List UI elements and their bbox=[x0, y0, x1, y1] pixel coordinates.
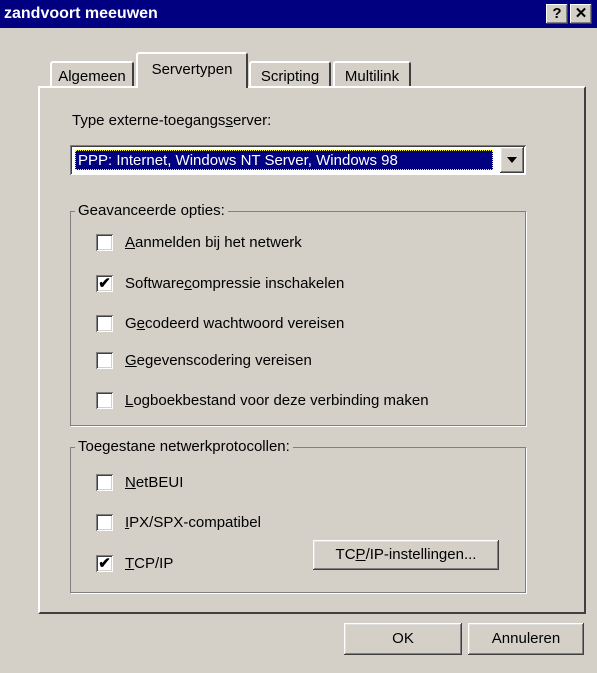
tab-multilink[interactable]: Multilink bbox=[333, 61, 411, 87]
ok-button[interactable]: OK bbox=[344, 623, 462, 655]
tab-scripting[interactable]: Scripting bbox=[249, 61, 331, 87]
checkbox-logboekbestand[interactable] bbox=[96, 392, 113, 409]
server-type-dropdown[interactable]: PPP: Internet, Windows NT Server, Window… bbox=[70, 145, 526, 175]
protocols-title: Toegestane netwerkprotocollen: bbox=[75, 438, 293, 455]
tab-label: Algemeen bbox=[58, 68, 126, 85]
tcpip-settings-button[interactable]: TCP/IP-instellingen... bbox=[313, 540, 499, 570]
checkbox-ipx-spx[interactable] bbox=[96, 514, 113, 531]
label-ipx-spx[interactable]: IPX/SPX-compatibel bbox=[125, 514, 261, 531]
checkbox-gegevenscodering[interactable] bbox=[96, 352, 113, 369]
close-button[interactable]: ✕ bbox=[570, 4, 592, 24]
tab-label: Scripting bbox=[260, 68, 320, 85]
check-icon: ✔ bbox=[98, 275, 111, 292]
label-tcpip[interactable]: TCP/IP bbox=[125, 555, 173, 572]
server-type-selected: PPP: Internet, Windows NT Server, Window… bbox=[75, 150, 493, 170]
checkbox-softwarecompressie[interactable]: ✔ bbox=[96, 275, 113, 292]
window-title: zandvoort meeuwen bbox=[4, 5, 158, 22]
label-aanmelden[interactable]: Aanmelden bij het netwerk bbox=[125, 234, 302, 251]
tab-servertypen[interactable]: Servertypen bbox=[136, 52, 248, 88]
close-icon: ✕ bbox=[574, 5, 588, 22]
label-netbeui[interactable]: NetBEUI bbox=[125, 474, 183, 491]
advanced-options-title: Geavanceerde opties: bbox=[75, 202, 228, 219]
title-bar: zandvoort meeuwen ? ✕ bbox=[0, 0, 597, 28]
cancel-button[interactable]: Annuleren bbox=[468, 623, 584, 655]
server-type-label: Type externe-toegangsserver: bbox=[72, 112, 272, 129]
checkbox-gecodeerd-wachtwoord[interactable] bbox=[96, 315, 113, 332]
check-icon: ✔ bbox=[98, 555, 111, 572]
dropdown-button[interactable] bbox=[500, 147, 524, 173]
help-icon: ? bbox=[552, 5, 562, 22]
label-gecodeerd-wachtwoord[interactable]: Gecodeerd wachtwoord vereisen bbox=[125, 315, 344, 332]
checkbox-tcpip[interactable]: ✔ bbox=[96, 555, 113, 572]
tab-label: Servertypen bbox=[151, 61, 233, 78]
label-logboekbestand[interactable]: Logboekbestand voor deze verbinding make… bbox=[125, 392, 429, 409]
label-gegevenscodering[interactable]: Gegevenscodering vereisen bbox=[125, 352, 312, 369]
label-softwarecompressie[interactable]: Softwarecompressie inschakelen bbox=[125, 275, 344, 292]
tab-label: Multilink bbox=[344, 68, 400, 85]
checkbox-aanmelden[interactable] bbox=[96, 234, 113, 251]
help-button[interactable]: ? bbox=[546, 4, 568, 24]
tab-algemeen[interactable]: Algemeen bbox=[50, 61, 134, 87]
checkbox-netbeui[interactable] bbox=[96, 474, 113, 491]
chevron-down-icon bbox=[507, 157, 517, 163]
